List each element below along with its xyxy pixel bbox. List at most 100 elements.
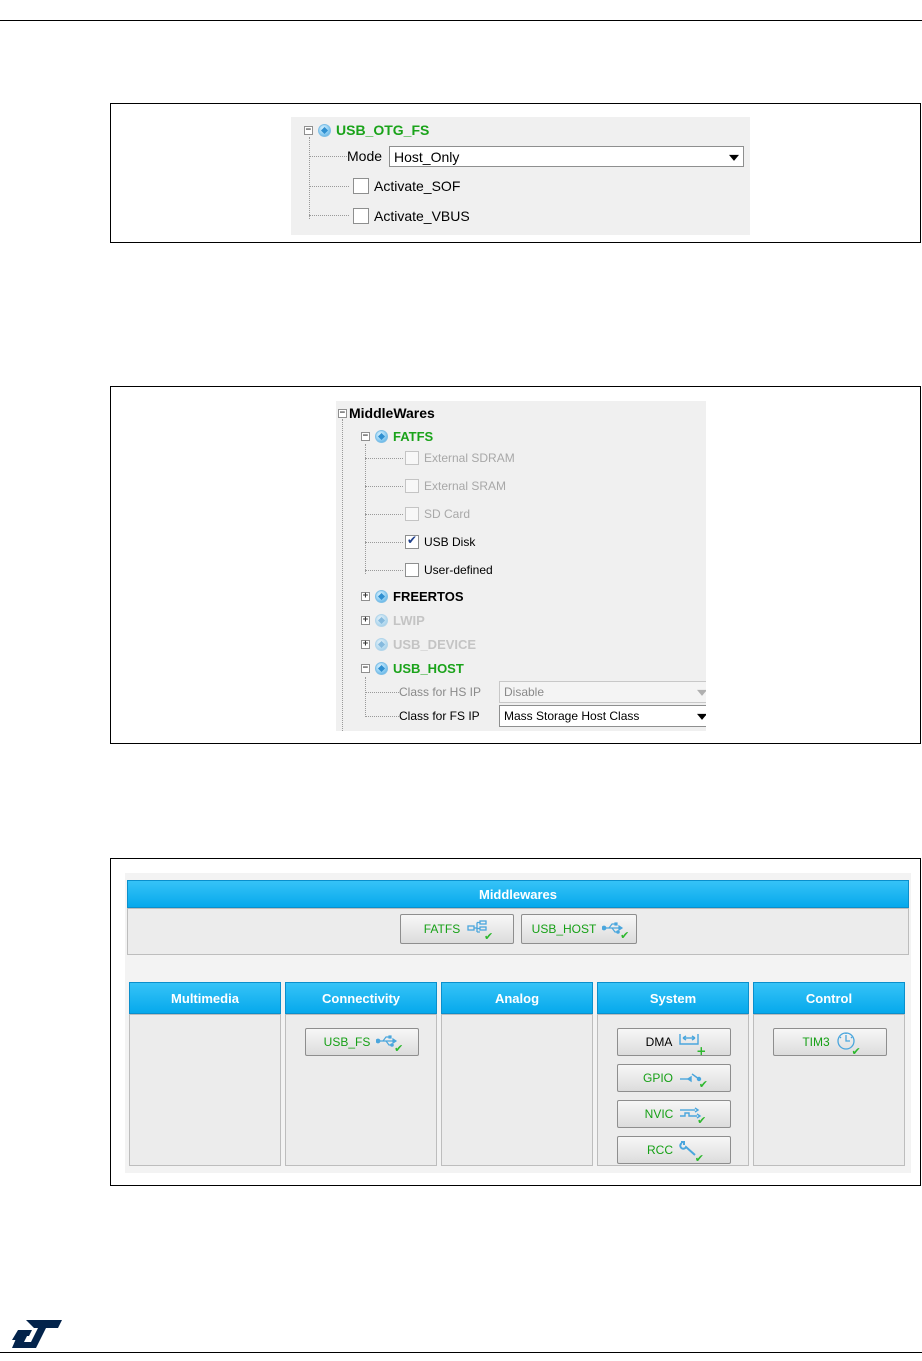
category-label: Control — [805, 990, 853, 1006]
dma-button[interactable]: DMA + — [617, 1028, 731, 1058]
middlewares-root-node[interactable]: − MiddleWares — [338, 405, 435, 421]
usb-icon: ✔ — [601, 921, 629, 942]
wrench-icon: ✔ — [679, 1140, 704, 1165]
collapse-icon[interactable]: − — [338, 408, 347, 418]
component-icon — [375, 661, 388, 675]
lwip-node[interactable]: + LWIP — [361, 612, 425, 628]
category-header-multimedia: Multimedia — [129, 982, 281, 1014]
dropdown-arrow-icon — [697, 689, 706, 696]
middlewares-header-label: Middlewares — [478, 886, 558, 902]
usb-fs-button-label: USB_FS — [323, 1035, 371, 1049]
tree-structure-icon: ✔ — [466, 919, 493, 943]
category-header-control: Control — [753, 982, 905, 1014]
dma-icon: + — [678, 1032, 706, 1058]
user-defined-checkbox[interactable] — [405, 563, 419, 577]
hs-ip-value: Disable — [504, 685, 545, 699]
usb-host-label: USB_HOST — [393, 660, 464, 676]
dropdown-arrow-icon — [697, 713, 706, 720]
fatfs-option-user-defined[interactable]: User-defined — [405, 562, 493, 578]
middlewares-body — [127, 908, 909, 955]
component-icon — [375, 613, 388, 627]
nvic-button-label: NVIC — [644, 1107, 674, 1121]
fatfs-option-usb-disk[interactable]: USB Disk — [405, 533, 476, 550]
fatfs-button-label: FATFS — [423, 922, 461, 936]
component-icon — [375, 637, 388, 651]
category-header-system: System — [597, 982, 749, 1014]
usb-disk-label: USB Disk — [424, 535, 476, 549]
hs-ip-label: Class for HS IP — [399, 685, 482, 699]
rcc-button-label: RCC — [647, 1143, 673, 1157]
fs-ip-value: Mass Storage Host Class — [504, 709, 640, 723]
mode-label: Mode — [347, 148, 383, 164]
activate-sof-row[interactable]: Activate_SOF — [353, 177, 460, 195]
category-header-connectivity: Connectivity — [285, 982, 437, 1014]
dma-button-label: DMA — [645, 1035, 673, 1049]
configuration-panel: Middlewares FATFS ✔ USB_HOST ✔ Multimedi… — [125, 873, 911, 1173]
fatfs-button[interactable]: FATFS ✔ — [400, 914, 514, 944]
fatfs-option-external-sdram: External SDRAM — [405, 450, 515, 466]
category-header-analog: Analog — [441, 982, 593, 1014]
usb-device-node[interactable]: + USB_DEVICE — [361, 636, 476, 652]
clock-icon: ✔ — [836, 1031, 861, 1058]
sd-card-checkbox — [405, 507, 419, 521]
activate-sof-label: Activate_SOF — [374, 178, 461, 194]
category-label: Connectivity — [321, 990, 400, 1006]
fatfs-option-sd-card: SD Card — [405, 506, 470, 522]
usb-otg-node[interactable]: − USB_OTG_FS — [304, 122, 429, 138]
freertos-node[interactable]: + FREERTOS — [361, 588, 464, 604]
gpio-switch-icon: ✔ — [679, 1070, 708, 1091]
rcc-button[interactable]: RCC ✔ — [617, 1136, 731, 1165]
middlewares-header: Middlewares — [127, 880, 909, 908]
category-label: Analog — [494, 990, 540, 1006]
mode-select[interactable]: Host_Only — [389, 146, 744, 167]
collapse-icon[interactable]: − — [304, 125, 313, 135]
nvic-interrupt-icon: ✔ — [679, 1106, 706, 1127]
fs-ip-select[interactable]: Mass Storage Host Class — [499, 705, 706, 727]
fatfs-node[interactable]: − FATFS — [361, 428, 433, 444]
expand-icon[interactable]: + — [361, 591, 370, 601]
usb-otg-title: USB_OTG_FS — [336, 122, 430, 138]
activate-vbus-label: Activate_VBUS — [374, 208, 470, 224]
activate-vbus-row[interactable]: Activate_VBUS — [353, 207, 470, 225]
freertos-label: FREERTOS — [393, 588, 464, 604]
usb-icon: ✔ — [375, 1034, 403, 1055]
activate-vbus-checkbox[interactable] — [353, 208, 369, 224]
usb-host-button[interactable]: USB_HOST ✔ — [521, 914, 637, 944]
multimedia-body — [129, 1014, 281, 1166]
fs-ip-label: Class for FS IP — [399, 709, 480, 723]
hs-ip-select: Disable — [499, 681, 706, 703]
expand-icon[interactable]: + — [361, 639, 370, 649]
figure-configuration-frame: Middlewares FATFS ✔ USB_HOST ✔ Multimedi… — [110, 858, 921, 1186]
activate-sof-checkbox[interactable] — [353, 178, 369, 194]
component-icon — [375, 589, 388, 603]
nvic-button[interactable]: NVIC ✔ — [617, 1100, 731, 1128]
external-sdram-label: External SDRAM — [424, 451, 515, 465]
bottom-rule — [0, 1352, 922, 1353]
dropdown-arrow-icon — [729, 154, 739, 161]
usb-fs-button[interactable]: USB_FS ✔ — [305, 1028, 419, 1056]
collapse-icon[interactable]: − — [361, 663, 370, 673]
tim3-button[interactable]: TIM3 ✔ — [773, 1028, 887, 1058]
lwip-label: LWIP — [393, 612, 425, 628]
analog-body — [441, 1014, 593, 1166]
fatfs-option-external-sram: External SRAM — [405, 478, 506, 494]
component-icon — [318, 123, 331, 137]
collapse-icon[interactable]: − — [361, 431, 370, 441]
tim3-button-label: TIM3 — [802, 1035, 830, 1049]
user-defined-label: User-defined — [424, 563, 493, 577]
mode-value: Host_Only — [394, 148, 460, 165]
usb-device-label: USB_DEVICE — [393, 636, 477, 652]
usb-disk-checkbox[interactable] — [405, 533, 419, 549]
category-label: Multimedia — [171, 990, 239, 1006]
usb-host-button-label: USB_HOST — [531, 922, 597, 936]
sd-card-label: SD Card — [424, 507, 471, 521]
middlewares-root-label: MiddleWares — [349, 405, 435, 421]
figure-middlewares-frame: − MiddleWares − FATFS External SDRAM Ext… — [110, 386, 921, 744]
gpio-button[interactable]: GPIO ✔ — [617, 1064, 731, 1092]
external-sram-checkbox — [405, 479, 419, 493]
component-icon — [375, 429, 388, 443]
expand-icon[interactable]: + — [361, 615, 370, 625]
usb-host-node[interactable]: − USB_HOST — [361, 660, 464, 676]
external-sdram-checkbox — [405, 451, 419, 465]
usb-otg-tree-panel: − USB_OTG_FS Mode Host_Only Activate_SOF… — [291, 117, 750, 235]
